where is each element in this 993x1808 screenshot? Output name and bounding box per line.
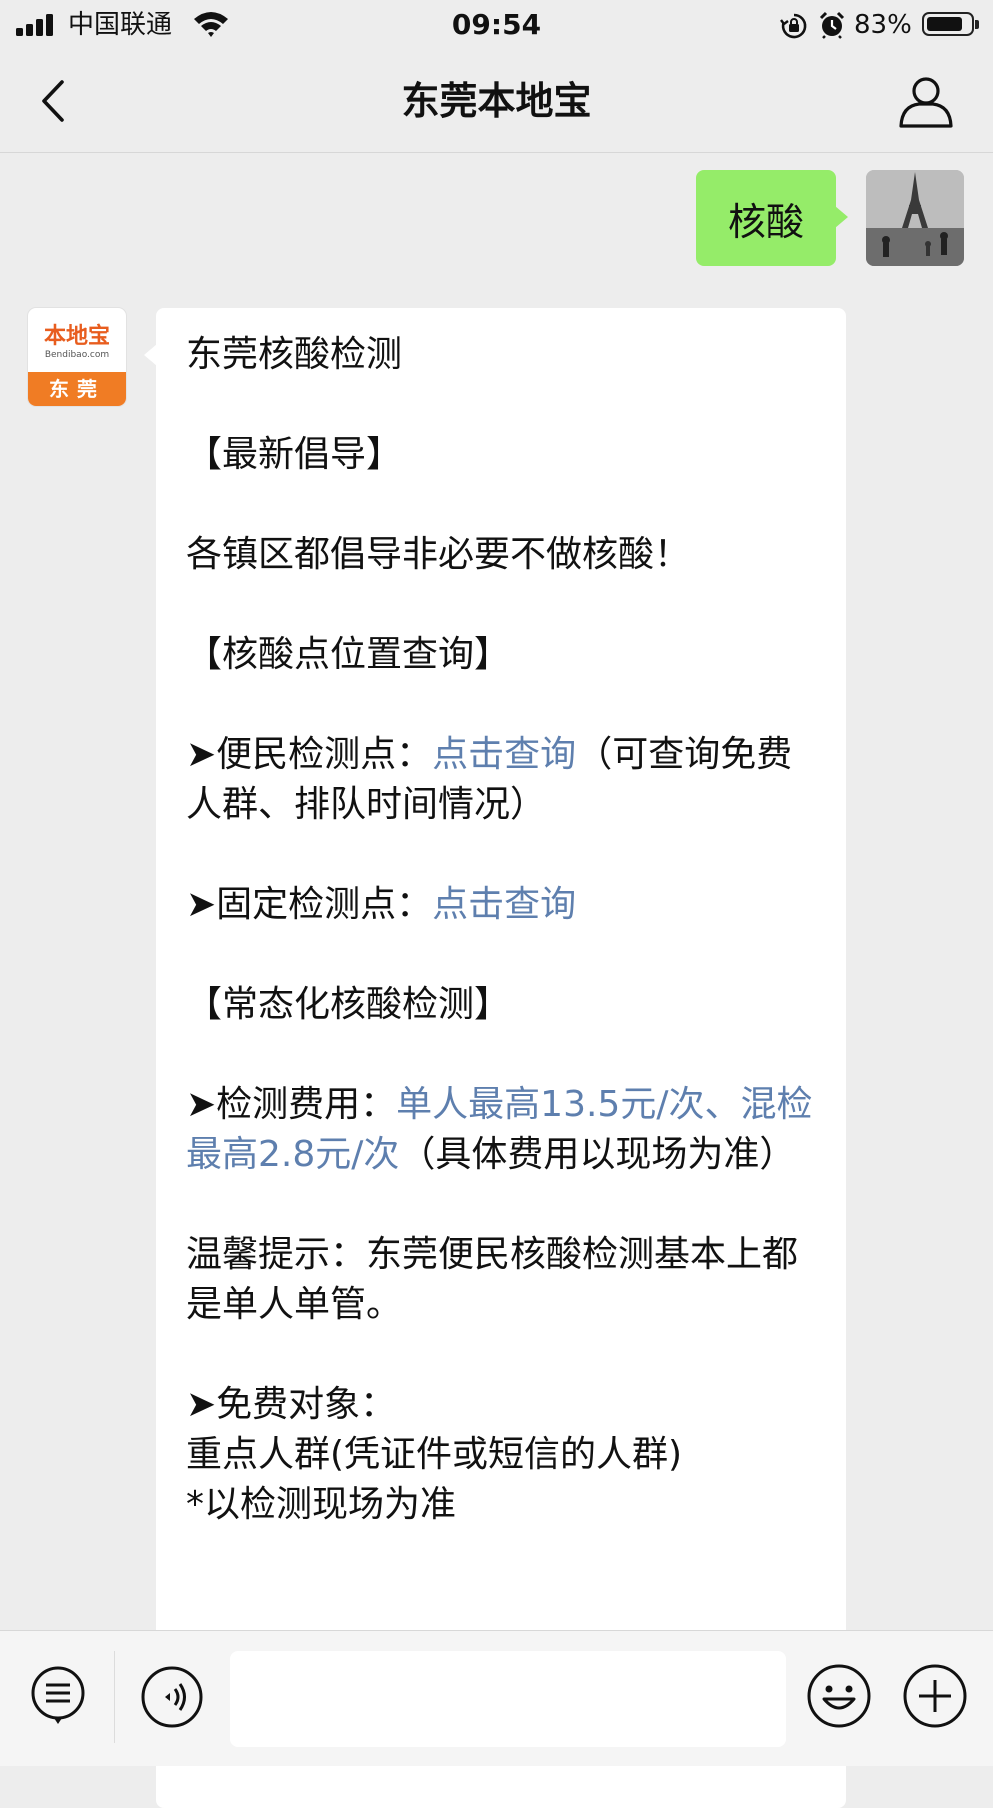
input-bar [0,1630,993,1766]
page-title: 东莞本地宝 [401,79,592,123]
free-target-note: *以检测现场为准 [186,1484,457,1525]
incoming-message-bubble[interactable]: 东莞核酸检测 【最新倡导】 各镇区都倡导非必要不做核酸！ 【核酸点位置查询】 ➤… [144,308,846,1808]
voice-icon[interactable] [140,1665,204,1729]
latest-advice-text: 各镇区都倡导非必要不做核酸！ [186,534,691,575]
eiffel-tower-photo [866,170,964,266]
incoming-message-text: 东莞核酸检测 【最新倡导】 各镇区都倡导非必要不做核酸！ 【核酸点位置查询】 ➤… [186,330,826,1530]
section-heading-routine: 【常态化核酸检测】 [186,984,511,1025]
logo-bottom-text: 东莞 [28,372,126,406]
fee-note: （具体费用以现场为准） [399,1134,796,1175]
battery-icon [922,12,979,36]
section-heading-latest: 【最新倡导】 [186,434,403,475]
user-avatar[interactable] [866,170,964,266]
emoji-icon[interactable] [806,1663,872,1729]
fixed-site-query-link[interactable]: 点击查询 [432,884,576,925]
free-target-label: ➤免费对象： [186,1384,397,1425]
menu-list-icon[interactable] [28,1665,88,1725]
outgoing-message-text: 核酸 [727,199,804,244]
plus-icon[interactable] [902,1663,968,1729]
logo-url-text: Bendibao.com [44,350,110,360]
fee-line: ➤检测费用：单人最高13.5元/次、混检最高2.8元/次（具体费用以现场为准） [186,1080,826,1180]
rotation-lock-icon [780,13,807,39]
convenience-site-label: ➤便民检测点： [186,734,433,775]
person-icon[interactable] [896,74,956,130]
status-bar: 中国联通 09:54 83% [0,0,993,50]
tip-text: 温馨提示：东莞便民核酸检测基本上都是单人单管。 [186,1234,799,1325]
alarm-icon [819,11,845,39]
nav-bar: 东莞本地宝 [0,50,993,153]
convenience-site-query-link[interactable]: 点击查询 [432,734,576,775]
bendibao-logo-avatar[interactable]: 本地宝 Bendibao.com 东莞 [28,308,126,406]
divider [114,1651,115,1743]
section-heading-location: 【核酸点位置查询】 [186,634,511,675]
logo-top-text: 本地宝 [43,323,110,349]
outgoing-message-bubble[interactable]: 核酸 [696,170,848,266]
fee-label: ➤检测费用： [186,1084,397,1125]
fixed-site-line: ➤固定检测点：点击查询 [186,880,826,930]
battery-percent: 83% [854,10,912,40]
message-input[interactable] [230,1651,786,1747]
fixed-site-label: ➤固定检测点： [186,884,433,925]
message-title: 东莞核酸检测 [186,334,403,375]
free-target-body: 重点人群(凭证件或短信的人群) [186,1434,683,1475]
convenience-site-line: ➤便民检测点：点击查询（可查询免费人群、排队时间情况） [186,730,826,830]
